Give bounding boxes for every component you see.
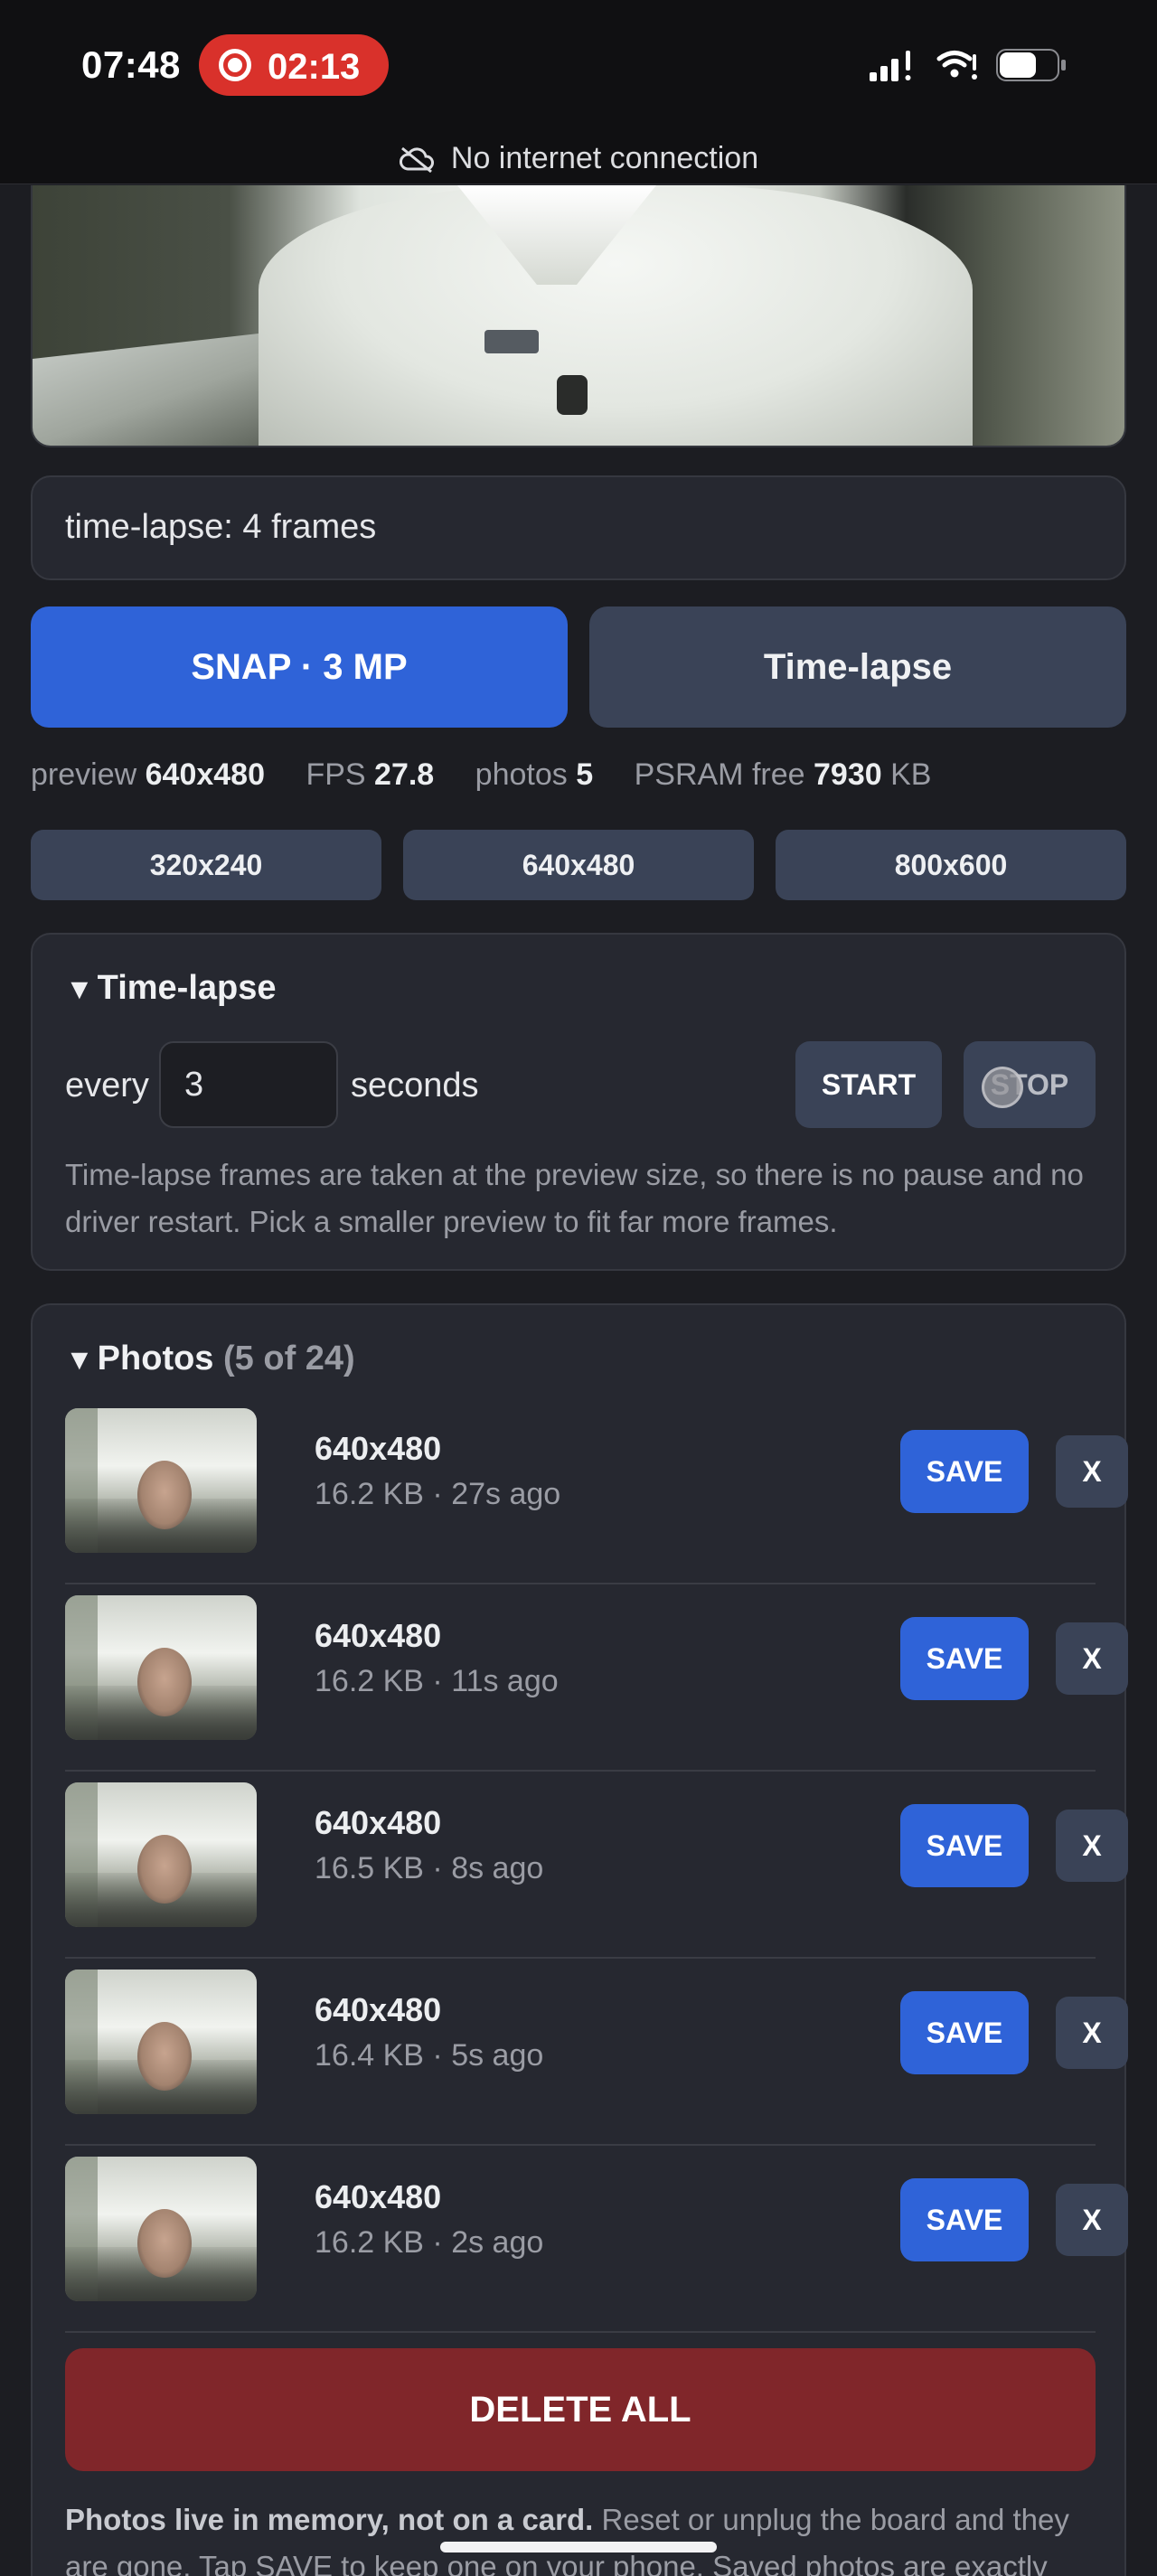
home-indicator[interactable] — [440, 2542, 717, 2552]
preview-papers — [33, 334, 259, 446]
preview-label: preview — [31, 757, 137, 792]
resolution-640x480-button[interactable]: 640x480 — [403, 830, 754, 900]
cellular-signal-icon — [870, 51, 911, 81]
stats-line: preview 640x480 FPS 27.8 photos 5 PSRAM … — [31, 757, 931, 793]
photo-thumbnail[interactable] — [65, 1408, 257, 1553]
snap-button[interactable]: SNAP · 3 MP — [31, 606, 568, 728]
every-label: every — [65, 1067, 149, 1105]
clock: 07:48 — [81, 43, 181, 86]
battery-icon — [996, 49, 1066, 81]
camera-preview — [31, 185, 1126, 447]
seconds-label: seconds — [351, 1067, 479, 1105]
photo-meta: 16.2 KB · 27s ago — [315, 1477, 561, 1511]
photo-thumbnail[interactable] — [65, 1782, 257, 1927]
delete-photo-button[interactable]: X — [1056, 1435, 1128, 1508]
photo-row: 640x480 16.4 KB · 5s ago SAVE X — [65, 1959, 1128, 2146]
caret-down-icon: ▼ — [65, 1343, 94, 1376]
photo-resolution: 640x480 — [315, 1617, 442, 1654]
photo-meta: 16.4 KB · 5s ago — [315, 2038, 544, 2073]
photo-thumbnail[interactable] — [65, 1595, 257, 1740]
photo-row: 640x480 16.2 KB · 2s ago SAVE X — [65, 2146, 1128, 2333]
timelapse-help: Time-lapse frames are taken at the previ… — [65, 1158, 1084, 1238]
timelapse-section: ▼Time-lapse every seconds START STOP Tim… — [31, 933, 1126, 1271]
photo-thumbnail[interactable] — [65, 1970, 257, 2114]
screen-recording-indicator[interactable]: 02:13 — [199, 34, 389, 96]
photo-row: 640x480 16.2 KB · 11s ago SAVE X — [65, 1584, 1128, 1772]
photo-meta: 16.2 KB · 2s ago — [315, 2225, 544, 2260]
timelapse-title: Time-lapse — [97, 969, 277, 1007]
wifi-icon — [936, 51, 977, 80]
photo-meta: 16.2 KB · 11s ago — [315, 1664, 559, 1698]
capture-status: time-lapse: 4 frames — [65, 508, 377, 546]
photo-resolution: 640x480 — [315, 1991, 442, 2028]
photos-footnote: Photos live in memory, not on a card. Re… — [65, 2496, 1096, 2576]
photo-resolution: 640x480 — [315, 2178, 442, 2215]
psram-value: 7930 — [814, 757, 882, 792]
save-button[interactable]: SAVE — [900, 1430, 1029, 1513]
system-icons — [870, 47, 1077, 83]
offline-text: No internet connection — [450, 141, 759, 175]
photos-section: ▼ Photos (5 of 24) 640x480 16.2 KB · 27s … — [31, 1303, 1128, 2576]
fps-value: 27.8 — [374, 757, 435, 792]
photo-resolution: 640x480 — [315, 1804, 442, 1841]
timelapse-summary[interactable]: ▼ Time-lapse — [65, 969, 277, 1008]
timelapse-button[interactable]: Time-lapse — [589, 606, 1126, 728]
photos-value: 5 — [576, 757, 594, 792]
recording-time: 02:13 — [268, 47, 361, 87]
footnote-bold: Photos live in memory, not on a card. — [65, 2503, 594, 2536]
delete-all-button[interactable]: DELETE ALL — [65, 2348, 1096, 2471]
photos-title: Photos — [97, 1340, 214, 1377]
save-button[interactable]: SAVE — [900, 1991, 1029, 2074]
offline-banner: No internet connection — [0, 134, 1157, 184]
save-button[interactable]: SAVE — [900, 1617, 1029, 1700]
photo-row: 640x480 16.5 KB · 8s ago SAVE X — [65, 1772, 1128, 1959]
touch-indicator — [982, 1067, 1023, 1108]
recording-icon — [219, 49, 251, 81]
preview-mic — [557, 375, 588, 415]
status-bar: 07:48 02:13 — [0, 0, 1157, 134]
photo-meta: 16.5 KB · 8s ago — [315, 1851, 544, 1885]
preview-badge — [484, 330, 539, 353]
delete-photo-button[interactable]: X — [1056, 1622, 1128, 1695]
photo-row: 640x480 16.2 KB · 27s ago SAVE X — [65, 1397, 1128, 1584]
delete-photo-button[interactable]: X — [1056, 2184, 1128, 2256]
cloud-off-icon — [399, 146, 434, 173]
fps-label: FPS — [306, 757, 366, 792]
psram-label: PSRAM free — [634, 757, 805, 792]
resolution-320x240-button[interactable]: 320x240 — [31, 830, 381, 900]
psram-unit: KB — [890, 757, 932, 792]
photos-count: (5 of 24) — [223, 1340, 355, 1377]
caret-down-icon: ▼ — [65, 973, 94, 1005]
interval-input[interactable] — [159, 1041, 338, 1128]
photos-label: photos — [475, 757, 568, 792]
delete-photo-button[interactable]: X — [1056, 1810, 1128, 1882]
photo-thumbnail[interactable] — [65, 2157, 257, 2301]
delete-photo-button[interactable]: X — [1056, 1997, 1128, 2069]
start-button[interactable]: START — [795, 1041, 942, 1128]
photos-summary[interactable]: ▼ Photos (5 of 24) — [65, 1340, 355, 1378]
save-button[interactable]: SAVE — [900, 2178, 1029, 2261]
save-button[interactable]: SAVE — [900, 1804, 1029, 1887]
preview-value: 640x480 — [145, 757, 265, 792]
photo-resolution: 640x480 — [315, 1430, 442, 1467]
capture-status-card: time-lapse: 4 frames — [31, 475, 1126, 580]
resolution-800x600-button[interactable]: 800x600 — [776, 830, 1126, 900]
